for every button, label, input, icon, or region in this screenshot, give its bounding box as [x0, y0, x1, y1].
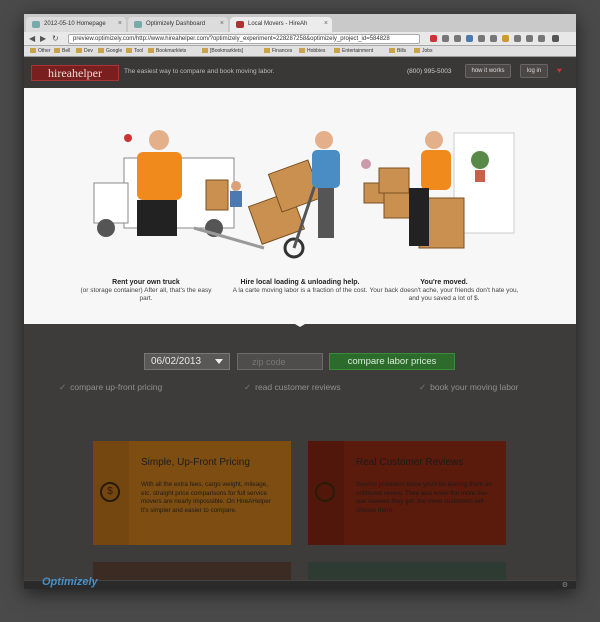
- person-shirt: [137, 152, 182, 200]
- extension-icon[interactable]: [478, 35, 485, 42]
- person-shirt: [312, 150, 340, 188]
- check-icon: ✓: [244, 382, 252, 392]
- bookmark-folder[interactable]: Dev: [76, 48, 93, 54]
- tab-homepage[interactable]: 2012-05-10 Homepage ×: [26, 17, 126, 32]
- bookmark-folder[interactable]: Bookmarklets: [148, 48, 186, 54]
- bookmark-folder[interactable]: Jobs: [414, 48, 433, 54]
- card-partial: [93, 562, 291, 582]
- bookmark-folder[interactable]: Finances: [264, 48, 292, 54]
- lamp-icon: [361, 159, 371, 169]
- keys-icon: [124, 134, 132, 142]
- box: [205, 179, 229, 211]
- bookmarks-bar: Other Bell Dev Google Tool Bookmarklets …: [24, 46, 576, 57]
- browser-window: 2012-05-10 Homepage × Optimizely Dashboar…: [24, 14, 576, 589]
- forward-icon[interactable]: ▶: [40, 34, 46, 44]
- feature-item: ✓ read customer reviews: [244, 382, 341, 392]
- extension-icon[interactable]: [538, 35, 545, 42]
- mover-head: [231, 181, 241, 191]
- extension-icon[interactable]: [514, 35, 521, 42]
- bookmark-folder[interactable]: Entertainment: [334, 48, 373, 54]
- reviews-card: Real Customer Reviews Service providers …: [308, 441, 506, 545]
- ramp: [193, 226, 265, 250]
- card-text: With all the extra fees, cargo weight, m…: [141, 481, 271, 514]
- tab-bar: 2012-05-10 Homepage × Optimizely Dashboar…: [24, 14, 576, 32]
- card-title: Real Customer Reviews: [356, 457, 464, 468]
- how-it-works-button[interactable]: how it works: [465, 64, 511, 78]
- extension-icon[interactable]: [526, 35, 533, 42]
- sheet-icon: [32, 21, 40, 28]
- truck-cab: [93, 182, 129, 224]
- person-head: [315, 131, 333, 149]
- step-moved: You're moved. Your back doesn't ache, you…: [369, 279, 519, 302]
- bookmark-folder[interactable]: Other: [30, 48, 51, 54]
- close-icon[interactable]: ×: [220, 20, 224, 27]
- extension-icon[interactable]: [490, 35, 497, 42]
- hireahelper-icon: [236, 21, 244, 28]
- close-icon[interactable]: ×: [324, 20, 328, 27]
- truck-wheel: [97, 219, 115, 237]
- moving-illustration: [93, 130, 515, 259]
- optimizely-icon: [134, 21, 142, 28]
- dollar-icon: $: [100, 482, 120, 502]
- feature-item: ✓ compare up-front pricing: [59, 382, 163, 392]
- url-input[interactable]: preview.optimizely.com/http://www.hireah…: [68, 34, 420, 44]
- review-icon: [315, 482, 335, 502]
- chevron-down-icon: [215, 359, 223, 364]
- bookmark-folder[interactable]: Tool: [126, 48, 143, 54]
- card-title: Simple, Up-Front Pricing: [141, 457, 250, 468]
- compare-prices-button[interactable]: compare labor prices: [329, 353, 455, 370]
- card-text: Service providers know you'll be leaving…: [356, 481, 492, 514]
- extension-icon[interactable]: [430, 35, 437, 42]
- check-icon: ✓: [419, 382, 427, 392]
- plant-icon: [471, 151, 489, 169]
- login-button[interactable]: log in: [520, 64, 548, 78]
- hero-illustration: Rent your own truck (or storage container…: [24, 88, 576, 324]
- site-header: hireahelper The easiest way to compare a…: [24, 58, 576, 88]
- page-content: hireahelper The easiest way to compare a…: [24, 58, 576, 589]
- phone-number: (800) 995-5003: [407, 68, 452, 75]
- plant-pot: [475, 170, 485, 182]
- step-hire-help: Hire local loading & unloading help. A la…: [232, 279, 368, 294]
- person-shirt: [421, 150, 451, 190]
- person-head: [425, 131, 443, 149]
- bookmark-folder[interactable]: Bell: [54, 48, 70, 54]
- tagline: The easiest way to compare and book movi…: [124, 68, 275, 75]
- hireahelper-logo[interactable]: hireahelper: [31, 65, 119, 81]
- feature-item: ✓ book your moving labor: [419, 382, 519, 392]
- check-icon: ✓: [59, 382, 67, 392]
- extension-icon[interactable]: [466, 35, 473, 42]
- bookmark-folder[interactable]: Hobbies: [299, 48, 325, 54]
- back-icon[interactable]: ◀: [29, 34, 35, 44]
- optimizely-bar: Optimizely ⚙: [24, 576, 576, 589]
- extension-icon[interactable]: [454, 35, 461, 42]
- date-select[interactable]: 06/02/2013: [144, 353, 230, 370]
- wrench-icon[interactable]: [552, 35, 559, 42]
- person-pants: [137, 200, 177, 236]
- reload-icon[interactable]: ↻: [52, 34, 59, 44]
- bookmark-folder[interactable]: [Bookmarklets]: [202, 48, 243, 54]
- heart-icon[interactable]: ♥: [557, 66, 562, 75]
- address-toolbar: ◀ ▶ ↻ preview.optimizely.com/http://www.…: [24, 32, 576, 46]
- pricing-card: $ Simple, Up-Front Pricing With all the …: [93, 441, 291, 545]
- extension-icon[interactable]: [502, 35, 509, 42]
- extension-icon[interactable]: [442, 35, 449, 42]
- mover-body: [230, 191, 242, 207]
- optimizely-logo[interactable]: Optimizely: [42, 576, 98, 588]
- bookmark-folder[interactable]: Google: [98, 48, 122, 54]
- box: [378, 167, 410, 194]
- tab-local-movers[interactable]: Local Movers - HireAh ×: [230, 17, 332, 32]
- person-pants: [409, 188, 429, 246]
- close-icon[interactable]: ×: [118, 20, 122, 27]
- zip-code-input[interactable]: zip code: [237, 353, 323, 370]
- step-rent-truck: Rent your own truck (or storage container…: [80, 279, 212, 302]
- hero-pointer: [290, 321, 310, 327]
- settings-icon[interactable]: ⚙: [562, 581, 568, 589]
- card-partial: [308, 562, 506, 582]
- person-pants: [318, 188, 334, 238]
- person-head: [149, 130, 169, 150]
- bookmark-folder[interactable]: Bills: [389, 48, 406, 54]
- tab-dashboard[interactable]: Optimizely Dashboard ×: [128, 17, 228, 32]
